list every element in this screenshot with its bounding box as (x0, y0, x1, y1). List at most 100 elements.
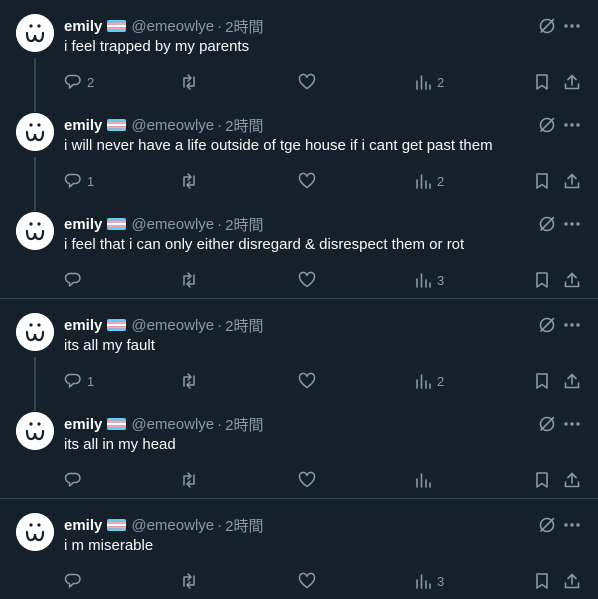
like-button[interactable] (298, 171, 321, 191)
timestamp[interactable]: 2時間 (225, 515, 263, 536)
like-button[interactable] (298, 470, 321, 490)
like-button[interactable] (298, 371, 321, 391)
reply-button[interactable] (64, 270, 87, 290)
separator: · (217, 116, 223, 134)
like-button[interactable] (298, 571, 321, 591)
more-icon[interactable] (562, 315, 582, 335)
tweet-actions: 1 2 (0, 371, 598, 391)
handle[interactable]: @emeowlye (131, 18, 214, 35)
trans-flag-emoji (107, 418, 127, 430)
like-icon (298, 271, 316, 289)
share-button[interactable] (563, 470, 581, 490)
timestamp[interactable]: 2時間 (225, 414, 263, 435)
timestamp[interactable]: 2時間 (225, 16, 263, 37)
reply-button[interactable] (64, 470, 87, 490)
reply-icon (64, 73, 82, 91)
share-button[interactable] (563, 571, 581, 591)
more-icon[interactable] (562, 414, 582, 434)
views-button[interactable]: 2 (414, 371, 444, 391)
trans-flag-emoji (107, 218, 127, 230)
display-name[interactable]: emily (64, 517, 102, 534)
handle[interactable]: @emeowlye (131, 317, 214, 334)
grok-icon[interactable] (537, 315, 557, 335)
bookmark-button[interactable] (533, 72, 551, 92)
share-icon (563, 372, 581, 390)
bookmark-button[interactable] (533, 371, 551, 391)
views-icon (414, 572, 432, 590)
share-button[interactable] (563, 72, 581, 92)
tweet-text: i m miserable (64, 537, 154, 554)
reply-count: 1 (87, 173, 95, 189)
reply-button[interactable] (64, 571, 87, 591)
timestamp[interactable]: 2時間 (225, 115, 263, 136)
avatar[interactable] (16, 513, 54, 551)
share-button[interactable] (563, 171, 581, 191)
separator: · (217, 516, 223, 534)
tweet-header: emily @emeowlye · 2時間 (64, 414, 263, 434)
more-icon[interactable] (562, 115, 582, 135)
views-icon (414, 172, 432, 190)
grok-icon[interactable] (537, 214, 557, 234)
reply-button[interactable]: 1 (64, 171, 94, 191)
grok-icon[interactable] (537, 16, 557, 36)
bookmark-icon (533, 172, 551, 190)
like-button[interactable] (298, 270, 321, 290)
retweet-icon (180, 271, 198, 289)
handle[interactable]: @emeowlye (131, 416, 214, 433)
views-button[interactable] (414, 470, 437, 490)
bookmark-button[interactable] (533, 270, 551, 290)
separator: · (217, 316, 223, 334)
views-button[interactable]: 2 (414, 72, 444, 92)
like-button[interactable] (298, 72, 321, 92)
handle[interactable]: @emeowlye (131, 216, 214, 233)
retweet-button[interactable] (180, 470, 203, 490)
retweet-button[interactable] (180, 72, 203, 92)
retweet-button[interactable] (180, 270, 203, 290)
display-name[interactable]: emily (64, 216, 102, 233)
thread-divider (0, 298, 598, 299)
avatar[interactable] (16, 313, 54, 351)
handle[interactable]: @emeowlye (131, 517, 214, 534)
separator: · (217, 17, 223, 35)
display-name[interactable]: emily (64, 18, 102, 35)
display-name[interactable]: emily (64, 416, 102, 433)
reply-icon (64, 471, 82, 489)
share-button[interactable] (563, 371, 581, 391)
like-icon (298, 372, 316, 390)
retweet-button[interactable] (180, 171, 203, 191)
avatar[interactable] (16, 113, 54, 151)
avatar[interactable] (16, 212, 54, 250)
views-button[interactable]: 3 (414, 270, 444, 290)
grok-icon[interactable] (537, 414, 557, 434)
share-button[interactable] (563, 270, 581, 290)
more-icon[interactable] (562, 515, 582, 535)
tweet-header: emily @emeowlye · 2時間 (64, 515, 263, 535)
retweet-button[interactable] (180, 371, 203, 391)
views-button[interactable]: 2 (414, 171, 444, 191)
bookmark-button[interactable] (533, 571, 551, 591)
tweet-text: i feel that i can only either disregard … (64, 236, 465, 253)
views-count: 2 (437, 74, 445, 90)
more-icon[interactable] (562, 16, 582, 36)
reply-button[interactable]: 1 (64, 371, 94, 391)
views-button[interactable]: 3 (414, 571, 444, 591)
reply-button[interactable]: 2 (64, 72, 94, 92)
views-icon (414, 73, 432, 91)
avatar[interactable] (16, 14, 54, 52)
reply-icon (64, 572, 82, 590)
more-icon[interactable] (562, 214, 582, 234)
bookmark-button[interactable] (533, 470, 551, 490)
display-name[interactable]: emily (64, 317, 102, 334)
bookmark-button[interactable] (533, 171, 551, 191)
retweet-button[interactable] (180, 571, 203, 591)
avatar[interactable] (16, 412, 54, 450)
reply-count: 2 (87, 74, 95, 90)
tweet-text: its all in my head (64, 436, 176, 453)
display-name[interactable]: emily (64, 117, 102, 134)
grok-icon[interactable] (537, 515, 557, 535)
tweet-actions: 1 2 (0, 171, 598, 191)
grok-icon[interactable] (537, 115, 557, 135)
timestamp[interactable]: 2時間 (225, 315, 263, 336)
handle[interactable]: @emeowlye (131, 117, 214, 134)
timestamp[interactable]: 2時間 (225, 214, 263, 235)
